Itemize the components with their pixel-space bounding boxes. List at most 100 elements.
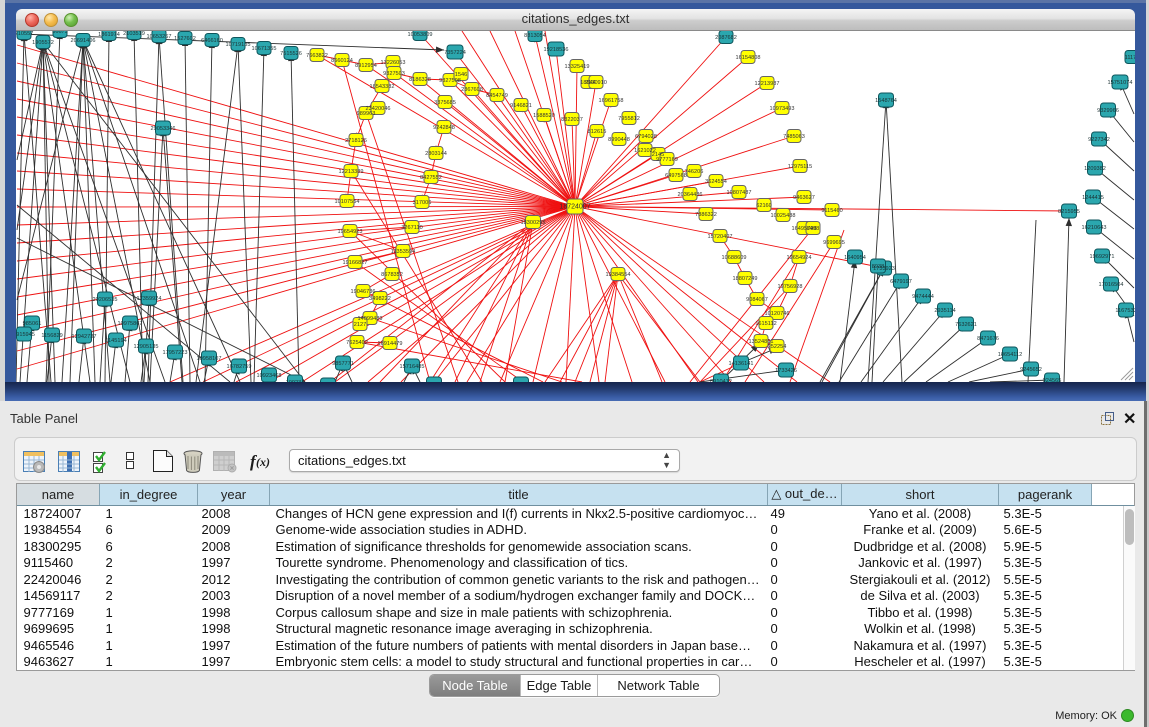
svg-text:19654924: 19654924 bbox=[787, 255, 812, 261]
svg-text:9227342: 9227342 bbox=[1088, 137, 1110, 143]
svg-text:3498222: 3498222 bbox=[369, 296, 391, 302]
svg-text:1167533: 1167533 bbox=[1115, 308, 1135, 314]
svg-text:9146821: 9146821 bbox=[510, 103, 532, 109]
svg-text:8498: 8498 bbox=[807, 226, 819, 232]
svg-text:23420046: 23420046 bbox=[366, 106, 391, 112]
svg-text:2127: 2127 bbox=[354, 322, 366, 328]
svg-text:10053809: 10053809 bbox=[408, 32, 433, 38]
svg-text:812615: 812615 bbox=[588, 129, 607, 135]
svg-text:86675: 86675 bbox=[52, 31, 68, 35]
svg-text:17359924: 17359924 bbox=[137, 296, 162, 302]
svg-text:7515526: 7515526 bbox=[280, 51, 302, 57]
svg-text:6497568: 6497568 bbox=[665, 173, 687, 179]
svg-text:9327508: 9327508 bbox=[439, 78, 461, 84]
svg-text:2367608: 2367608 bbox=[461, 87, 483, 93]
svg-text:8471676: 8471676 bbox=[977, 336, 999, 342]
svg-text:10671355: 10671355 bbox=[252, 46, 277, 52]
svg-text:9463627: 9463627 bbox=[793, 195, 815, 201]
svg-text:6479197: 6479197 bbox=[890, 279, 912, 285]
svg-text:7632621: 7632621 bbox=[955, 322, 977, 328]
svg-text:9857771: 9857771 bbox=[332, 361, 354, 367]
svg-text:29053346: 29053346 bbox=[151, 126, 176, 132]
svg-text:19218536: 19218536 bbox=[544, 47, 569, 53]
svg-text:1588520: 1588520 bbox=[533, 113, 555, 119]
svg-text:10807487: 10807487 bbox=[727, 190, 752, 196]
svg-text:3915945: 3915945 bbox=[16, 332, 35, 338]
svg-text:16154808: 16154808 bbox=[736, 55, 761, 61]
svg-text:17016504: 17016504 bbox=[1099, 282, 1124, 288]
svg-text:16914479: 16914479 bbox=[378, 341, 403, 347]
svg-text:1244415: 1244415 bbox=[1082, 195, 1104, 201]
svg-text:8990448: 8990448 bbox=[608, 137, 630, 143]
svg-text:9242848: 9242848 bbox=[433, 125, 455, 131]
svg-text:20691406: 20691406 bbox=[71, 38, 96, 44]
svg-text:7886322: 7886322 bbox=[695, 212, 717, 218]
svg-text:8454749: 8454749 bbox=[486, 93, 508, 99]
svg-text:15751074: 15751074 bbox=[1108, 80, 1133, 86]
svg-text:1209382: 1209382 bbox=[1084, 166, 1106, 172]
svg-text:18300295: 18300295 bbox=[521, 220, 546, 226]
svg-text:8215955: 8215955 bbox=[1058, 209, 1080, 215]
svg-text:10958107: 10958107 bbox=[197, 356, 222, 362]
svg-text:10107554: 10107554 bbox=[335, 199, 360, 205]
svg-text:9327503: 9327503 bbox=[383, 71, 405, 77]
svg-text:20364436: 20364436 bbox=[678, 192, 703, 198]
svg-text:9245652: 9245652 bbox=[1020, 367, 1042, 373]
svg-text:1548764: 1548764 bbox=[875, 98, 897, 104]
svg-text:9084067: 9084067 bbox=[746, 297, 768, 303]
svg-text:1546: 1546 bbox=[455, 72, 467, 78]
svg-text:12942737: 12942737 bbox=[72, 334, 97, 340]
svg-text:8813054: 8813054 bbox=[524, 33, 546, 39]
svg-text:8912954: 8912954 bbox=[355, 63, 377, 69]
svg-text:1145194: 1145194 bbox=[105, 338, 126, 344]
svg-text:11353594: 11353594 bbox=[391, 249, 415, 255]
svg-text:10120746: 10120746 bbox=[765, 311, 790, 317]
svg-text:13226053: 13226053 bbox=[381, 60, 406, 66]
svg-text:(x): (x) bbox=[256, 455, 270, 469]
svg-text:1615112: 1615112 bbox=[755, 321, 776, 327]
svg-text:19654923: 19654923 bbox=[338, 229, 363, 235]
svg-text:19166827: 19166827 bbox=[343, 260, 368, 266]
svg-text:2935114: 2935114 bbox=[934, 308, 955, 314]
svg-text:9699695: 9699695 bbox=[823, 240, 845, 246]
svg-text:19046736: 19046736 bbox=[351, 289, 376, 295]
svg-text:985061: 985061 bbox=[23, 321, 42, 327]
svg-text:210557: 210557 bbox=[16, 31, 33, 37]
svg-text:18724007: 18724007 bbox=[559, 204, 590, 211]
svg-text:7955812: 7955812 bbox=[618, 116, 640, 122]
svg-text:2103519: 2103519 bbox=[123, 31, 145, 37]
svg-text:1640954: 1640954 bbox=[844, 255, 866, 261]
svg-text:19756928: 19756928 bbox=[778, 284, 803, 290]
svg-text:3624554: 3624554 bbox=[705, 179, 727, 185]
svg-text:9329966: 9329966 bbox=[1097, 108, 1119, 114]
svg-text:8427552: 8427552 bbox=[420, 175, 442, 181]
svg-text:9474444: 9474444 bbox=[912, 294, 934, 300]
svg-text:2087682: 2087682 bbox=[715, 35, 737, 41]
svg-text:1905572: 1905572 bbox=[32, 40, 54, 46]
svg-text:6466160: 6466160 bbox=[201, 38, 223, 44]
svg-text:8186328: 8186328 bbox=[409, 77, 431, 83]
svg-text:62160: 62160 bbox=[756, 203, 772, 209]
svg-text:1861974: 1861974 bbox=[98, 32, 120, 38]
svg-text:19692971: 19692971 bbox=[1090, 254, 1115, 260]
svg-text:10973493: 10973493 bbox=[770, 106, 795, 112]
svg-text:7485063: 7485063 bbox=[783, 134, 805, 140]
svg-text:1156829: 1156829 bbox=[41, 333, 62, 339]
svg-text:2130910: 2130910 bbox=[585, 80, 607, 86]
svg-text:9115460: 9115460 bbox=[821, 208, 842, 214]
svg-text:14136141: 14136141 bbox=[729, 361, 754, 367]
svg-text:12213987: 12213987 bbox=[755, 81, 780, 87]
svg-text:10688609: 10688609 bbox=[722, 255, 747, 261]
svg-text:3375685: 3375685 bbox=[434, 100, 456, 106]
svg-text:17957223: 17957223 bbox=[163, 350, 188, 356]
svg-text:11172: 11172 bbox=[1125, 55, 1135, 61]
svg-text:8938: 8938 bbox=[872, 264, 884, 270]
svg-text:9777169: 9777169 bbox=[656, 157, 678, 163]
svg-text:16210643: 16210643 bbox=[1082, 225, 1107, 231]
svg-text:12213389: 12213389 bbox=[339, 169, 364, 175]
svg-text:2803144: 2803144 bbox=[425, 151, 447, 157]
svg-text:252254: 252254 bbox=[768, 344, 787, 350]
svg-text:10719135: 10719135 bbox=[226, 42, 251, 48]
svg-text:7625402: 7625402 bbox=[346, 340, 368, 346]
svg-text:10654112: 10654112 bbox=[998, 352, 1022, 358]
